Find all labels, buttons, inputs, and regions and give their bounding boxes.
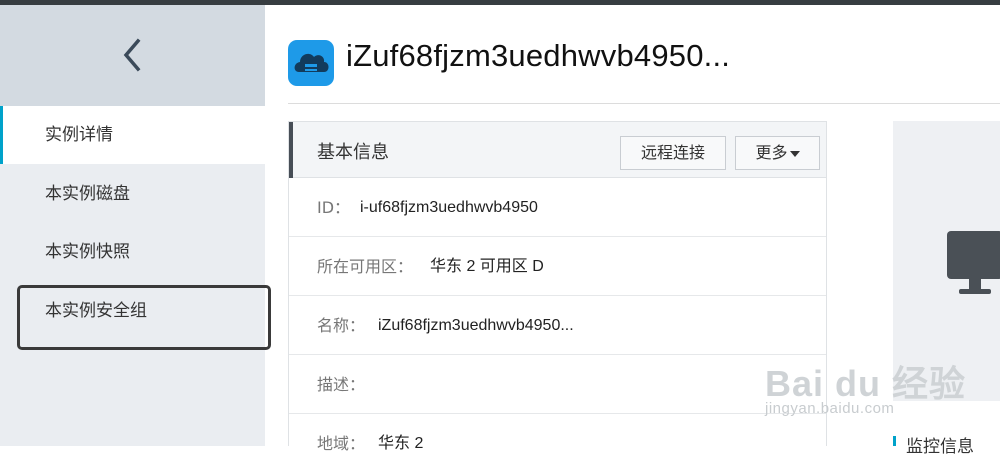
sidebar-item-instance-detail[interactable]: 实例详情 — [0, 106, 265, 164]
sidebar-item-instance-snapshots[interactable]: 本实例快照 — [0, 223, 265, 281]
chevron-left-icon[interactable] — [118, 37, 148, 73]
back-area — [0, 5, 265, 106]
monitor-section-bar — [893, 436, 896, 446]
cloud-server-icon — [288, 40, 334, 86]
panel-header: 基本信息 远程连接 更多 — [289, 122, 826, 178]
more-label: 更多 — [755, 143, 788, 162]
info-row-region: 地域： 华东 2 — [289, 414, 826, 473]
caret-down-icon — [789, 150, 800, 157]
header-divider — [288, 103, 1000, 104]
info-row-description: 描述： — [289, 355, 826, 414]
watermark-url: jingyan.baidu.com — [765, 400, 895, 417]
sidebar-item-label: 本实例快照 — [45, 242, 130, 262]
sidebar-item-label: 本实例安全组 — [45, 301, 147, 321]
info-label: 名称： — [317, 316, 366, 335]
panel-title: 基本信息 — [317, 142, 389, 163]
info-value: iZuf68fjzm3uedhwvb4950... — [378, 317, 574, 334]
sidebar-item-instance-disks[interactable]: 本实例磁盘 — [0, 165, 265, 223]
info-row-id: ID： i-uf68fjzm3uedhwvb4950 — [289, 178, 826, 237]
sidebar: 实例详情 本实例磁盘 本实例快照 本实例安全组 — [0, 5, 265, 446]
sidebar-item-instance-security-groups[interactable]: 本实例安全组 — [0, 282, 265, 340]
sidebar-item-label: 本实例磁盘 — [45, 184, 130, 204]
panel-header-bar — [289, 122, 293, 178]
page-title: iZuf68fjzm3uedhwvb4950... — [346, 38, 731, 73]
more-button[interactable]: 更多 — [735, 136, 820, 170]
remote-connect-button[interactable]: 远程连接 — [620, 136, 726, 170]
info-label: ID： — [317, 198, 351, 217]
info-label: 描述： — [317, 375, 366, 394]
info-row-name: 名称： iZuf68fjzm3uedhwvb4950... — [289, 296, 826, 355]
sidebar-item-label: 实例详情 — [45, 125, 113, 145]
monitor-section-title: 监控信息 — [906, 437, 974, 457]
info-row-zone: 所在可用区： 华东 2 可用区 D — [289, 237, 826, 296]
info-value: 华东 2 — [378, 435, 424, 452]
info-label: 所在可用区： — [317, 257, 414, 276]
basic-info-panel: 基本信息 远程连接 更多 ID： i-uf68fjzm3uedhwvb4950 … — [288, 121, 827, 453]
active-indicator — [0, 106, 3, 164]
info-label: 地域： — [317, 434, 366, 453]
monitor-icon — [945, 229, 1000, 299]
info-value: 华东 2 可用区 D — [430, 258, 544, 275]
remote-connect-label: 远程连接 — [640, 143, 705, 162]
info-value: i-uf68fjzm3uedhwvb4950 — [360, 199, 538, 216]
